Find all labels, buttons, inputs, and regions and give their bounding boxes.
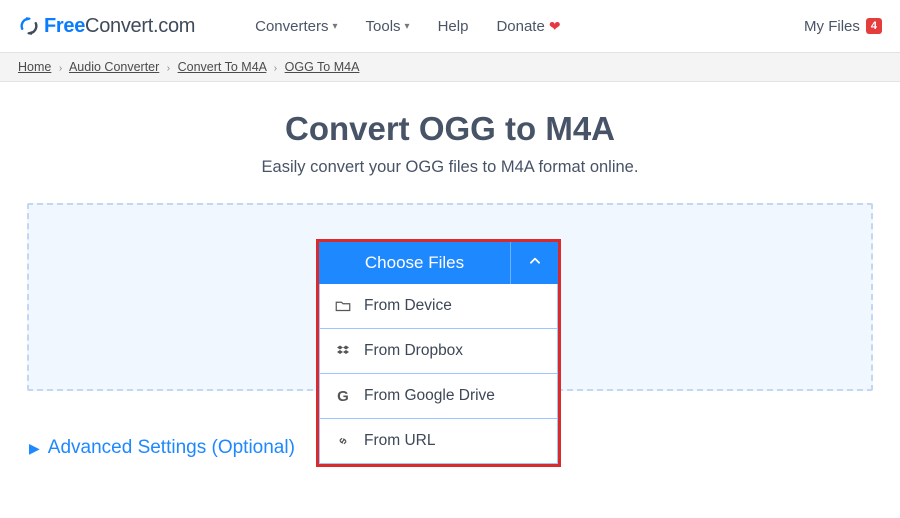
nav-converters-label: Converters	[255, 18, 328, 35]
topbar: FreeConvert.com Converters ▾ Tools ▾ Hel…	[0, 0, 900, 53]
choose-files-button[interactable]: Choose Files	[319, 242, 558, 284]
link-icon	[334, 433, 352, 449]
my-files-count-badge: 4	[866, 18, 882, 34]
option-from-url[interactable]: From URL	[319, 419, 558, 464]
option-from-dropbox[interactable]: From Dropbox	[319, 329, 558, 374]
logo-text-convert: Convert	[85, 15, 153, 37]
chevron-down-icon: ▾	[405, 21, 410, 32]
google-icon: G	[334, 388, 352, 405]
nav-tools[interactable]: Tools ▾	[366, 18, 410, 35]
chevron-right-icon: ›	[59, 63, 62, 74]
chevron-down-icon: ▾	[332, 21, 337, 32]
page-title: Convert OGG to M4A	[0, 110, 900, 148]
option-from-device-label: From Device	[364, 297, 452, 315]
chevron-right-icon: ›	[167, 63, 170, 74]
choose-files-label: Choose Files	[319, 242, 510, 284]
refresh-icon	[18, 15, 40, 37]
breadcrumb-home[interactable]: Home	[18, 60, 51, 74]
nav-converters[interactable]: Converters ▾	[255, 18, 337, 35]
picker-dropdown-toggle[interactable]	[510, 242, 558, 284]
chevron-up-icon	[528, 254, 542, 273]
breadcrumb-audio-converter[interactable]: Audio Converter	[69, 60, 159, 74]
option-from-dropbox-label: From Dropbox	[364, 342, 463, 360]
option-from-url-label: From URL	[364, 432, 435, 450]
folder-icon	[334, 297, 352, 315]
nav-help-label: Help	[438, 18, 469, 35]
advanced-settings-label: Advanced Settings (Optional)	[48, 437, 295, 459]
my-files-label: My Files	[804, 18, 860, 35]
logo-text-com: .com	[153, 15, 195, 37]
logo-text-free: Free	[44, 15, 85, 37]
nav-help[interactable]: Help	[438, 18, 469, 35]
breadcrumb-convert-to-m4a[interactable]: Convert To M4A	[178, 60, 267, 74]
option-from-google-drive[interactable]: G From Google Drive	[319, 374, 558, 419]
nav-donate[interactable]: Donate ❤	[496, 18, 560, 35]
page-subtitle: Easily convert your OGG files to M4A for…	[0, 158, 900, 177]
dropbox-icon	[334, 343, 352, 359]
logo[interactable]: FreeConvert.com	[18, 15, 195, 38]
advanced-settings-toggle[interactable]: ▶ Advanced Settings (Optional)	[29, 437, 295, 459]
breadcrumb: Home › Audio Converter › Convert To M4A …	[0, 53, 900, 82]
file-picker-menu: Choose Files From Device From Dropbox G …	[316, 239, 561, 467]
option-from-google-drive-label: From Google Drive	[364, 387, 495, 405]
main-nav: Converters ▾ Tools ▾ Help Donate ❤	[255, 18, 560, 35]
chevron-right-icon: ›	[274, 63, 277, 74]
heart-icon: ❤	[549, 18, 561, 35]
breadcrumb-ogg-to-m4a[interactable]: OGG To M4A	[285, 60, 360, 74]
option-from-device[interactable]: From Device	[319, 284, 558, 329]
nav-donate-label: Donate	[496, 18, 544, 35]
triangle-right-icon: ▶	[29, 440, 40, 457]
my-files-link[interactable]: My Files 4	[804, 18, 882, 35]
nav-tools-label: Tools	[366, 18, 401, 35]
